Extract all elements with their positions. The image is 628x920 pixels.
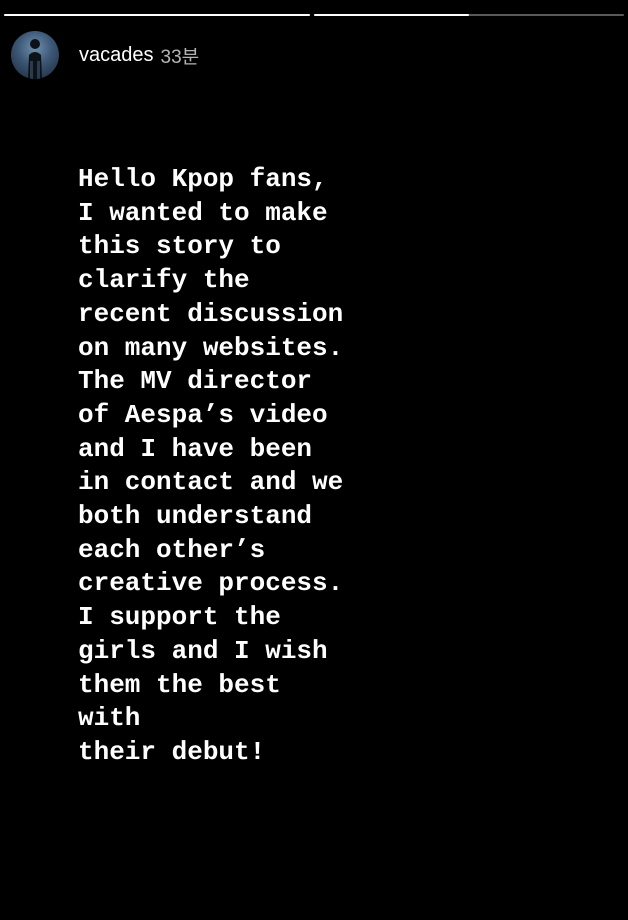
story-text-line: girls and I wish bbox=[78, 635, 328, 666]
story-text-line: this story to bbox=[78, 231, 281, 262]
story-progress-fill-2 bbox=[314, 14, 469, 16]
story-text-line: clarify the bbox=[78, 265, 250, 296]
story-progress-segment-2 bbox=[314, 14, 624, 16]
story-text-line: in contact and we bbox=[78, 467, 344, 498]
timestamp: 33분 bbox=[160, 46, 200, 68]
person-silhouette-icon bbox=[28, 39, 42, 79]
story-text-line: and I have been bbox=[78, 433, 313, 464]
story-text-line: with bbox=[78, 703, 141, 734]
story-text-line: creative process. bbox=[78, 568, 344, 599]
story-text-line: I support the bbox=[78, 602, 281, 633]
story-text-line: of Aespa’s video bbox=[78, 399, 328, 430]
story-text-line: both understand bbox=[78, 501, 313, 532]
story-header: vacades 33분 bbox=[11, 31, 199, 79]
story-text-line: I wanted to make bbox=[78, 197, 328, 228]
avatar[interactable] bbox=[11, 31, 59, 79]
username[interactable]: vacades bbox=[79, 44, 154, 67]
story-text-line: their debut! bbox=[78, 736, 266, 767]
story-progress-segment-1 bbox=[4, 14, 310, 16]
story-text-line: each other’s bbox=[78, 534, 266, 565]
story-text: Hello Kpop fans, I wanted to make this sto… bbox=[78, 163, 608, 770]
story-text-line: on many websites. bbox=[78, 332, 344, 363]
story-text-line: Hello Kpop fans, bbox=[78, 164, 328, 194]
story-text-line: recent discussion bbox=[78, 298, 344, 329]
story-text-line: The MV director bbox=[78, 366, 313, 397]
story-progress-fill-1 bbox=[4, 14, 310, 16]
story-text-line: them the best bbox=[78, 669, 281, 700]
